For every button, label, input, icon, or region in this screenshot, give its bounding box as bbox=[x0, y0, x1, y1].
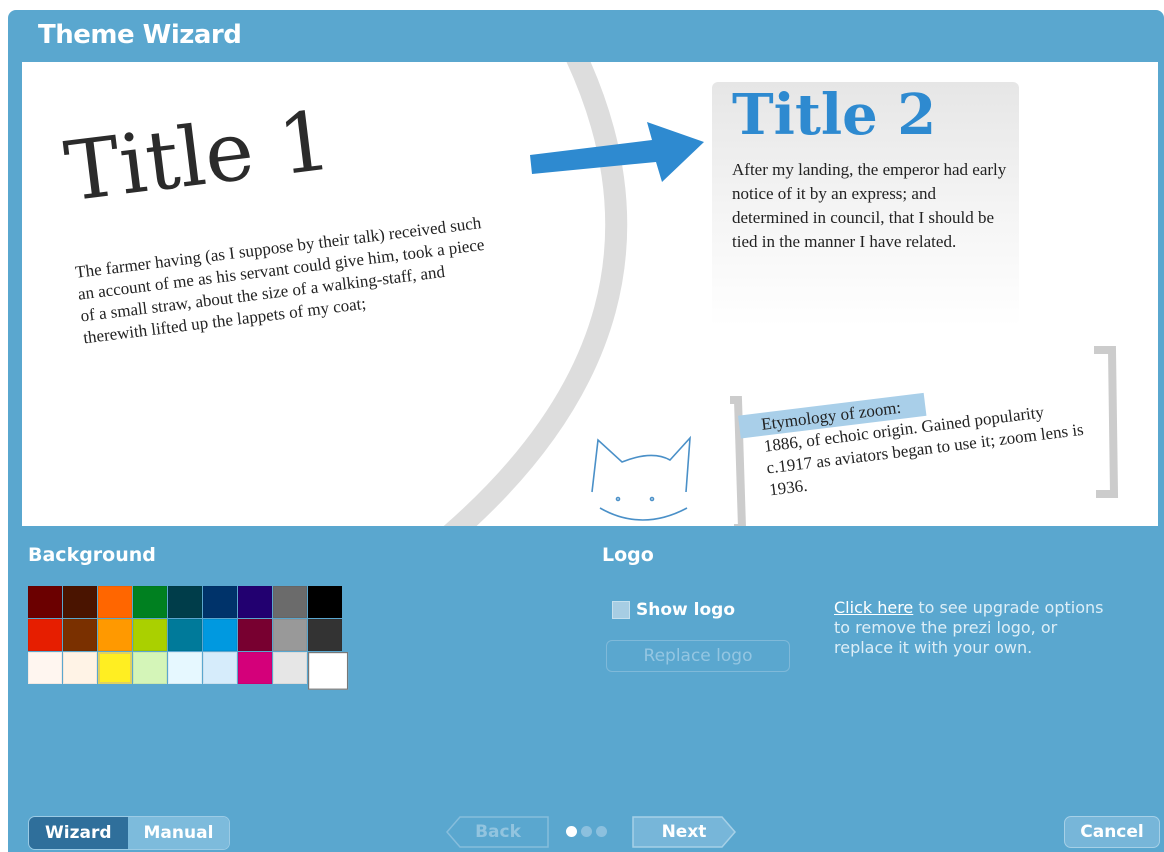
logo-heading: Logo bbox=[602, 544, 654, 566]
color-swatch[interactable] bbox=[203, 586, 237, 618]
color-swatch[interactable] bbox=[63, 619, 97, 651]
upgrade-link[interactable]: Click here bbox=[834, 598, 913, 617]
color-swatch[interactable] bbox=[133, 619, 167, 651]
show-logo-checkbox[interactable]: Show logo bbox=[612, 600, 735, 620]
color-swatch[interactable] bbox=[238, 619, 272, 651]
title-2: Title 2 bbox=[732, 82, 937, 148]
color-swatch[interactable] bbox=[273, 652, 307, 684]
upgrade-info: Click here to see upgrade options to rem… bbox=[834, 598, 1104, 658]
color-swatch[interactable] bbox=[203, 652, 237, 684]
back-button[interactable]: Back bbox=[446, 816, 550, 848]
color-swatch[interactable] bbox=[238, 652, 272, 684]
next-label: Next bbox=[661, 822, 707, 842]
color-swatch[interactable] bbox=[98, 586, 132, 618]
color-swatch[interactable] bbox=[63, 586, 97, 618]
color-swatch[interactable] bbox=[98, 652, 132, 684]
step-dot bbox=[581, 826, 592, 837]
background-heading: Background bbox=[28, 544, 156, 566]
background-color-palette bbox=[28, 586, 349, 690]
manual-mode-button[interactable]: Manual bbox=[127, 817, 230, 849]
color-swatch[interactable] bbox=[28, 652, 62, 684]
replace-logo-button[interactable]: Replace logo bbox=[606, 640, 790, 672]
step-dot bbox=[566, 826, 577, 837]
wizard-mode-button[interactable]: Wizard bbox=[29, 817, 128, 849]
cancel-button[interactable]: Cancel bbox=[1064, 816, 1160, 848]
color-swatch[interactable] bbox=[28, 586, 62, 618]
color-swatch[interactable] bbox=[168, 652, 202, 684]
title-2-frame: Title 2 After my landing, the emperor ha… bbox=[712, 82, 1019, 327]
step-dot bbox=[596, 826, 607, 837]
checkbox-box[interactable] bbox=[612, 601, 630, 619]
color-swatch[interactable] bbox=[168, 619, 202, 651]
color-swatch[interactable] bbox=[168, 586, 202, 618]
color-swatch[interactable] bbox=[273, 619, 307, 651]
back-label: Back bbox=[475, 822, 521, 842]
mode-toggle: Wizard Manual bbox=[28, 816, 231, 850]
window-title: Theme Wizard bbox=[38, 20, 242, 50]
color-swatch[interactable] bbox=[238, 586, 272, 618]
theme-wizard-window: Theme Wizard Title 1 The farmer having (… bbox=[8, 10, 1164, 852]
body-text-2: After my landing, the emperor had early … bbox=[732, 160, 1007, 251]
color-swatch[interactable] bbox=[273, 586, 307, 618]
color-swatch[interactable] bbox=[308, 619, 342, 651]
show-logo-label: Show logo bbox=[636, 600, 736, 620]
color-swatch[interactable] bbox=[133, 652, 167, 684]
color-swatch[interactable] bbox=[308, 652, 349, 690]
step-indicator bbox=[566, 826, 607, 837]
color-swatch[interactable] bbox=[133, 586, 167, 618]
theme-preview: Title 1 The farmer having (as I suppose … bbox=[22, 62, 1158, 526]
color-swatch[interactable] bbox=[28, 619, 62, 651]
cat-doodle-icon bbox=[591, 435, 691, 521]
right-bracket bbox=[1094, 346, 1119, 498]
color-swatch[interactable] bbox=[98, 619, 132, 651]
color-swatch[interactable] bbox=[203, 619, 237, 651]
color-swatch[interactable] bbox=[308, 586, 342, 618]
color-swatch[interactable] bbox=[63, 652, 97, 684]
next-button[interactable]: Next bbox=[632, 816, 736, 848]
